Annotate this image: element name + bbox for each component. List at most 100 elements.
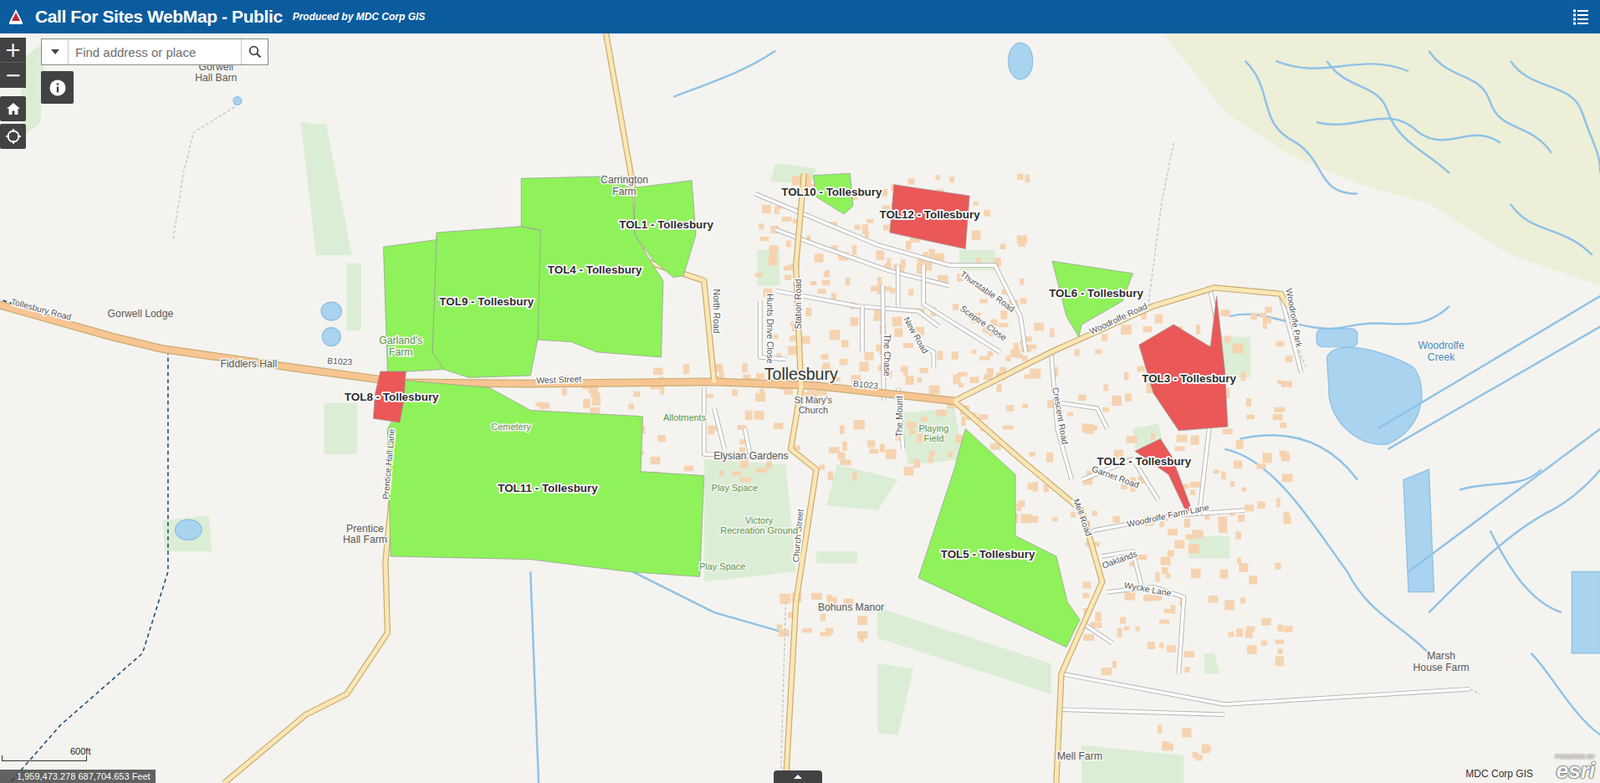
site-polygon[interactable] [918,428,1080,647]
site-polygon[interactable] [1134,439,1192,512]
green-areas [20,40,1251,783]
zoom-controls: +− [0,37,26,88]
place-label: Bohuns Manor [817,601,885,614]
road-label: Woodrolfe Farm Lane [1125,502,1210,530]
search-source-dropdown[interactable] [41,39,69,65]
app: Call For Sites WebMap - Public Produced b… [0,0,1600,783]
road-label: Oaklands [1100,548,1139,570]
site-polygon[interactable] [1139,296,1228,431]
map[interactable]: Tollesbury Road B1023 West Street B1023 Nort… [0,33,1600,783]
place-label: Garland'sFarm [378,334,423,358]
site-label[interactable]: TOL11 - Tollesbury [497,481,599,495]
road-label: B1023 [853,378,880,391]
site-label[interactable]: TOL1 - Tollesbury [618,218,714,231]
road-label: Woodrolfe Road [1088,301,1150,337]
info-button[interactable] [40,71,74,104]
place-label: Tollesbury [764,364,839,384]
creek-channels [530,51,1600,783]
scale-label: 600ft [70,746,91,757]
place-label: CarringtonFarm [600,173,649,197]
road-label: Sceptre Close [958,303,1009,343]
zoom-out-button[interactable]: − [0,62,26,88]
place-label: Cemetery [490,421,532,432]
home-button[interactable] [0,96,26,122]
road-label: Prentice Hall Lane [381,428,397,501]
site-polygon[interactable] [383,226,541,379]
coordinates: 1,959,473.278 687,704.653 Feet [0,769,156,783]
search-input[interactable] [68,39,241,65]
scale-bar: 600ft [1,752,91,762]
road-label: Station Road [793,278,803,329]
place-label: Elysian Gardens [713,449,788,462]
site-label[interactable]: TOL5 - Tollesbury [940,547,1036,561]
locate-icon [5,127,22,145]
caret-down-icon [50,48,61,56]
locate-button[interactable] [0,123,26,149]
logo-icon [6,7,26,26]
esri-powered: POWERED BY [1555,753,1595,760]
brand: Call For Sites WebMap - Public Produced b… [6,6,425,27]
scale-line [1,755,87,762]
road-label: The Chase [882,333,892,377]
place-label: Gorwell Lodge [107,307,174,320]
road-label: Wycke Lane [1123,580,1172,599]
road-label: North Road [711,289,721,334]
road-label: New Road [901,315,931,356]
marsh-area [1163,33,1600,287]
road-label: Church Street [791,508,806,563]
site-label[interactable]: TOL3 - Tollesbury [1141,372,1237,385]
place-label: Play Space [711,482,759,493]
boundary-line [0,296,169,783]
site-polygon[interactable] [387,379,704,578]
site-label[interactable]: TOL9 - Tollesbury [439,295,534,308]
header: Call For Sites WebMap - Public Produced b… [0,0,1600,34]
zoom-in-button[interactable]: + [0,37,26,63]
site-polygon[interactable] [521,176,664,358]
attribution: MDC Corp GIS [1465,767,1534,780]
home-icon [5,100,22,118]
locate-control [0,123,26,149]
place-label: Fiddlers Hall [219,357,277,370]
app-title: Call For Sites WebMap - Public [35,6,283,27]
place-label: VictoryRecreation Ground [720,515,798,536]
road-label: Mell Road [1071,497,1094,538]
place-label: St Mary'sChurch [794,394,834,415]
app-subtitle: Produced by MDC Corp GIS [292,10,426,23]
place-label: WoodrolfeCreek [1417,339,1465,363]
site-label[interactable]: TOL12 - Tollesbury [879,208,981,221]
road-label: Tollesbury Road [10,296,73,323]
esri-logo[interactable]: POWERED BYesri [1555,753,1595,782]
site-label[interactable]: TOL8 - Tollesbury [344,390,440,404]
info-icon [48,78,67,98]
road-label: The Mount [894,395,905,438]
water-bodies [174,42,1600,654]
place-label: Mell Farm [1057,750,1103,762]
map-canvas[interactable]: Tollesbury Road B1023 West Street B1023 Nort… [0,33,1600,783]
esri-brand: esri [1556,759,1595,782]
place-label: MarshHouse Farm [1413,649,1470,673]
search-icon [248,45,262,59]
place-label: PlayingField [918,423,949,444]
road-label: Crescent Road [1050,386,1070,445]
road-label: Hunts Drive Close [765,293,775,364]
place-label: Play Space [699,561,747,572]
road-label: B1023 [327,356,353,368]
place-label: Allotments [663,412,707,423]
road-label: Woodrolfe Park [1284,287,1304,349]
bottom-panel-toggle[interactable] [773,770,823,783]
place-label: PrenticeHall Farm [342,522,388,546]
minor-roads [704,194,1471,716]
search-button[interactable] [240,39,268,65]
site-label[interactable]: TOL2 - Tollesbury [1097,454,1192,468]
road-label: Garnet Road [1090,464,1141,491]
main-roads [0,33,1289,783]
menu-icon[interactable] [1571,7,1590,26]
home-control [0,96,26,122]
site-label[interactable]: TOL4 - Tollesbury [547,263,643,277]
tracks [173,107,1481,783]
caret-up-icon [792,773,803,780]
road-label: West Street [536,374,582,386]
site-label[interactable]: TOL6 - Tollesbury [1048,286,1144,300]
search-bar [40,38,269,66]
site-label[interactable]: TOL10 - Tollesbury [781,185,883,199]
